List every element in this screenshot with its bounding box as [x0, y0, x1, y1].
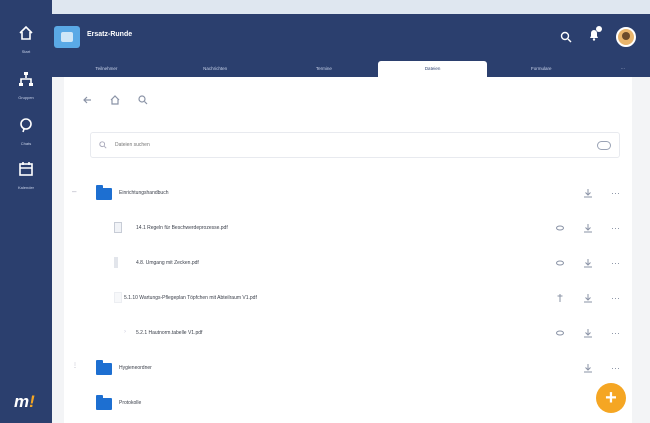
tab-more[interactable]: ⋯	[596, 61, 650, 77]
list-item[interactable]: ⋮ Hygieneordner ⋯	[64, 352, 632, 384]
file-name: Hygieneordner	[119, 365, 152, 371]
download-icon[interactable]	[583, 258, 593, 268]
more-icon[interactable]: ⋯	[611, 363, 620, 374]
more-icon[interactable]: ⋯	[611, 188, 620, 199]
tab-dateien[interactable]: Dateien	[378, 61, 487, 77]
file-name: Einrichtungshandbuch	[119, 190, 169, 196]
chevron-down-icon[interactable]: –	[72, 187, 76, 196]
file-name: 14.1 Regeln für Beschwerdeprozesse.pdf	[136, 225, 228, 231]
tab-nachrichten[interactable]: Nachrichten	[161, 61, 270, 77]
search-field[interactable]	[90, 132, 620, 158]
notification-badge	[596, 26, 602, 32]
add-button[interactable]: +	[596, 383, 626, 413]
sidebar-item-start[interactable]: Start	[0, 24, 52, 54]
calendar-icon	[19, 162, 33, 176]
sidebar-item-kalender[interactable]: Kalender	[0, 160, 52, 190]
chevron-right-icon[interactable]: ⋮	[72, 362, 78, 369]
org-icon	[19, 72, 33, 86]
sidebar-item-label: Kalender	[17, 185, 34, 190]
bullet-icon: ›	[124, 329, 126, 335]
pdf-file-icon	[114, 222, 122, 233]
file-name: Protokolle	[119, 400, 142, 406]
list-item[interactable]: – Einrichtungshandbuch ⋯	[64, 177, 632, 209]
folder-icon	[96, 185, 112, 200]
list-item[interactable]: › 5.2.1 Hautnorm.tabelle V1.pdf ⋯	[64, 317, 632, 349]
app-logo: m!	[14, 392, 35, 411]
list-item[interactable]: Protokolle	[64, 387, 632, 419]
visibility-icon[interactable]	[555, 223, 565, 233]
search-icon	[99, 141, 107, 149]
tab-formulare[interactable]: Formulare	[487, 61, 596, 77]
download-icon[interactable]	[583, 223, 593, 233]
download-icon[interactable]	[583, 363, 593, 373]
file-name: 5.1.10 Wartungs-Pflegeplan Töpfchen mit …	[124, 295, 257, 301]
folder-icon	[96, 360, 112, 375]
search-icon[interactable]	[138, 95, 148, 105]
tab-bar: Teilnehmer Nachrichten Termine Dateien F…	[52, 61, 650, 77]
pdf-file-icon	[114, 292, 122, 303]
avatar[interactable]	[616, 27, 636, 47]
files-toolbar	[82, 89, 166, 111]
files-panel: – Einrichtungshandbuch ⋯ 14.1 Regeln für…	[64, 77, 632, 423]
back-icon[interactable]	[82, 95, 92, 105]
visibility-icon[interactable]	[555, 258, 565, 268]
folder-icon	[96, 395, 112, 410]
sidebar-item-gruppen[interactable]: Gruppen	[0, 70, 52, 100]
tab-teilnehmer[interactable]: Teilnehmer	[52, 61, 161, 77]
sidebar-item-label: Start	[21, 49, 31, 54]
window-frame	[0, 0, 650, 14]
visibility-icon[interactable]	[555, 328, 565, 338]
download-icon[interactable]	[583, 188, 593, 198]
sidebar: Start Gruppen Chats Kalender m!	[0, 0, 52, 423]
search-input[interactable]	[115, 142, 575, 148]
pdf-file-icon	[114, 257, 118, 268]
tab-termine[interactable]: Termine	[269, 61, 378, 77]
download-icon[interactable]	[583, 293, 593, 303]
file-name: 5.2.1 Hautnorm.tabelle V1.pdf	[136, 330, 203, 336]
list-item[interactable]: 5.1.10 Wartungs-Pflegeplan Töpfchen mit …	[64, 282, 632, 314]
search-icon[interactable]	[560, 31, 572, 43]
file-name: 4.8. Umgang mit Zecken.pdf	[136, 260, 199, 266]
list-item[interactable]: 14.1 Regeln für Beschwerdeprozesse.pdf ⋯	[64, 212, 632, 244]
chat-icon	[20, 118, 32, 133]
group-avatar	[54, 26, 80, 48]
more-icon[interactable]: ⋯	[611, 328, 620, 339]
sidebar-item-label: Chats	[20, 141, 32, 146]
pin-icon[interactable]	[555, 293, 565, 303]
header: Ersatz-Runde	[52, 14, 650, 60]
home-icon[interactable]	[110, 95, 120, 105]
sidebar-item-label: Gruppen	[18, 95, 34, 100]
sidebar-item-chats[interactable]: Chats	[0, 116, 52, 146]
notifications-button[interactable]	[588, 26, 602, 46]
more-icon[interactable]: ⋯	[611, 293, 620, 304]
home-icon	[19, 25, 33, 40]
download-icon[interactable]	[583, 328, 593, 338]
main-content: – Einrichtungshandbuch ⋯ 14.1 Regeln für…	[52, 77, 650, 423]
page-title: Ersatz-Runde	[87, 31, 133, 38]
view-toggle[interactable]	[597, 141, 611, 150]
more-icon[interactable]: ⋯	[611, 258, 620, 269]
more-icon[interactable]: ⋯	[611, 223, 620, 234]
list-item[interactable]: 4.8. Umgang mit Zecken.pdf ⋯	[64, 247, 632, 279]
